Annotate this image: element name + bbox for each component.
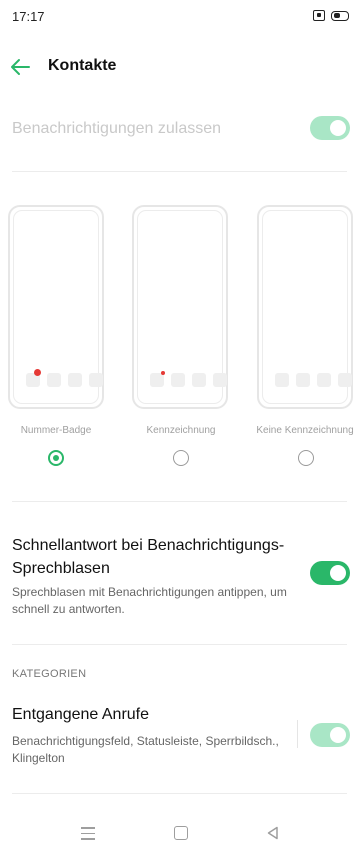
page-title: Kontakte xyxy=(48,57,117,74)
back-icon[interactable] xyxy=(266,826,280,840)
preview-dot-badge[interactable] xyxy=(132,205,228,409)
app-icon xyxy=(317,373,331,387)
app-icon xyxy=(150,371,165,387)
dock-icons xyxy=(26,369,103,387)
quick-reply-title: Schnellantwort bei Benachrichtigungs-Spr… xyxy=(12,537,285,577)
missed-calls-toggle[interactable] xyxy=(310,723,350,747)
divider xyxy=(12,793,347,794)
menu-icon[interactable] xyxy=(81,827,95,844)
status-icons xyxy=(313,10,349,21)
back-button[interactable] xyxy=(9,58,31,76)
radio-number-badge[interactable] xyxy=(48,450,64,466)
vertical-separator xyxy=(297,720,298,748)
sim-icon xyxy=(313,10,325,21)
dock-icons xyxy=(275,373,352,387)
app-icon xyxy=(171,373,185,387)
allow-notifications-toggle[interactable] xyxy=(310,116,350,140)
option-label-no-badge: Keine Kennzeichnung xyxy=(256,425,354,436)
divider xyxy=(12,171,347,172)
battery-icon xyxy=(331,10,349,21)
app-icon xyxy=(192,373,206,387)
preview-number-badge[interactable] xyxy=(8,205,104,409)
number-badge-icon xyxy=(34,369,41,376)
app-icon xyxy=(26,369,41,387)
app-icon xyxy=(296,373,310,387)
app-icon xyxy=(68,373,82,387)
option-label-number-badge: Nummer-Badge xyxy=(20,425,92,436)
app-icon xyxy=(338,373,352,387)
category-missed-calls-title[interactable]: Entgangene Anrufe xyxy=(12,706,149,724)
preview-no-badge[interactable] xyxy=(257,205,353,409)
divider xyxy=(12,501,347,502)
category-missed-calls-description: Benachrichtigungsfeld, Statusleiste, Spe… xyxy=(12,734,279,765)
app-icon xyxy=(275,373,289,387)
dot-badge-icon xyxy=(161,371,165,375)
toggle-knob xyxy=(330,565,346,581)
divider xyxy=(12,644,347,645)
status-time: 17:17 xyxy=(12,9,45,24)
app-icon xyxy=(47,373,61,387)
radio-no-badge[interactable] xyxy=(298,450,314,466)
quick-reply-description: Sprechblasen mit Benachrichtigungen anti… xyxy=(12,585,287,616)
section-header-categories: KATEGORIEN xyxy=(12,668,87,680)
dock-icons xyxy=(150,371,227,387)
home-icon[interactable] xyxy=(174,826,188,840)
allow-notifications-label: Benachrichtigungen zulassen xyxy=(12,120,222,137)
app-icon xyxy=(89,373,103,387)
toggle-knob xyxy=(330,120,346,136)
option-label-dot-badge: Kennzeichnung xyxy=(146,425,216,436)
app-icon xyxy=(213,373,227,387)
quick-reply-toggle[interactable] xyxy=(310,561,350,585)
toggle-knob xyxy=(330,727,346,743)
radio-dot-badge[interactable] xyxy=(173,450,189,466)
arrow-left-icon xyxy=(11,59,30,75)
